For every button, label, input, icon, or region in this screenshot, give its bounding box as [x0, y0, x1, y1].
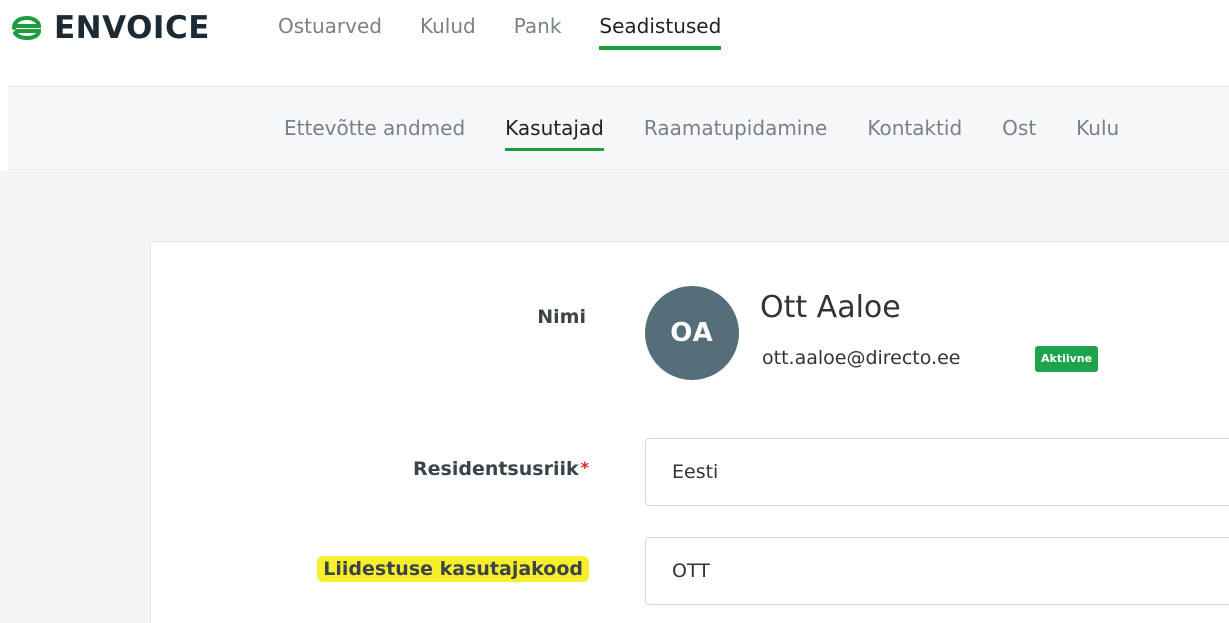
envoice-logo[interactable]: ENVOICE — [8, 10, 210, 46]
tab-expense[interactable]: Kulu — [1076, 116, 1119, 151]
interface-code-label: Liidestuse kasutajakood — [317, 556, 589, 582]
nav-item-ostuarved[interactable]: Ostuarved — [278, 14, 382, 50]
top-bar: ENVOICE Ostuarved Kulud Pank Seadistused — [0, 0, 1229, 86]
avatar-initials: OA — [670, 318, 714, 348]
interface-code-field[interactable]: OTT — [645, 537, 1229, 605]
user-full-name: Ott Aaloe — [760, 290, 901, 325]
main-nav: Ostuarved Kulud Pank Seadistused — [278, 14, 759, 50]
nav-item-kulud[interactable]: Kulud — [420, 14, 476, 50]
user-email: ott.aaloe@directo.ee — [762, 347, 961, 369]
residency-field[interactable]: Eesti — [645, 438, 1229, 506]
avatar: OA — [645, 286, 739, 380]
envoice-logo-icon — [12, 16, 42, 40]
tab-contacts[interactable]: Kontaktid — [867, 116, 962, 151]
tab-company-data[interactable]: Ettevõtte andmed — [284, 116, 465, 151]
tab-accounting[interactable]: Raamatupidamine — [644, 116, 827, 151]
logo-text: ENVOICE — [54, 10, 210, 46]
residency-label-text: Residentsusriik — [413, 458, 579, 480]
nav-item-pank[interactable]: Pank — [514, 14, 562, 50]
tab-users[interactable]: Kasutajad — [505, 116, 604, 151]
residency-label: Residentsusriik * — [413, 458, 589, 480]
required-mark: * — [580, 458, 589, 477]
settings-subnav: Ettevõtte andmed Kasutajad Raamatupidami… — [8, 86, 1229, 170]
name-label: Nimi — [537, 306, 586, 328]
tab-purchase[interactable]: Ost — [1002, 116, 1036, 151]
interface-code-value: OTT — [672, 560, 710, 582]
nav-item-seadistused[interactable]: Seadistused — [599, 14, 722, 50]
residency-value: Eesti — [672, 461, 719, 483]
status-badge: Aktiivne — [1035, 346, 1099, 372]
